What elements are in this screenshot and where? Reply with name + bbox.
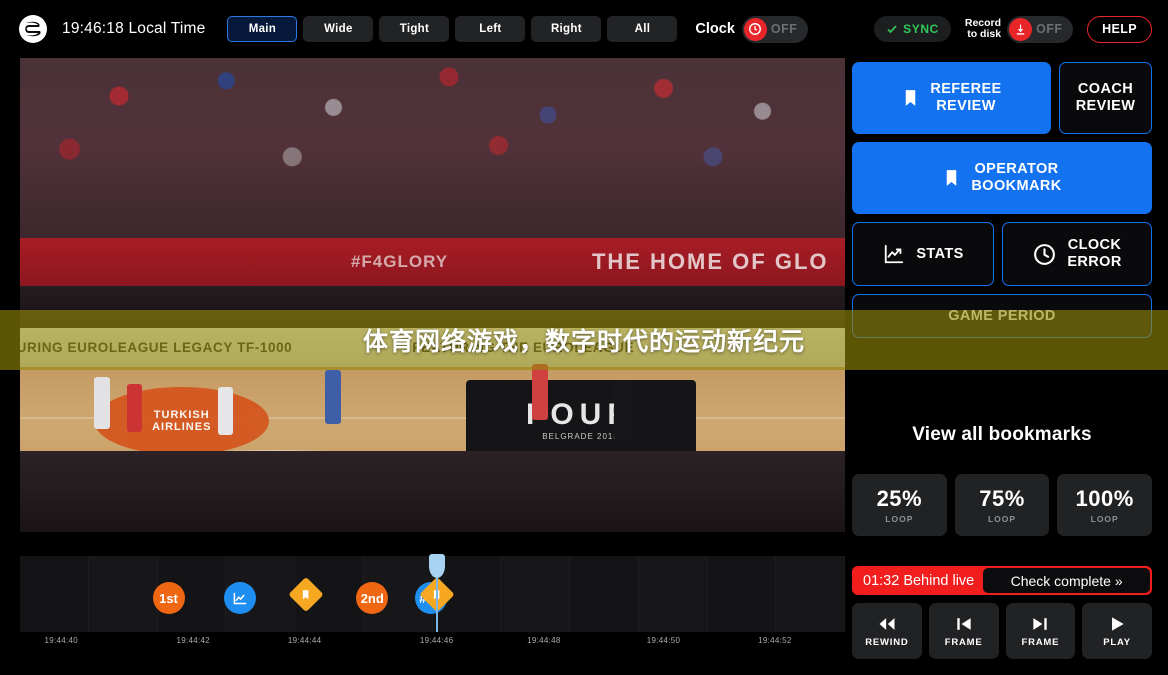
record-toggle-state: OFF [1036,22,1063,36]
video-player-figure [531,363,548,420]
timeline-marker-bookmark-1[interactable] [288,576,324,613]
court-final-four-badge: FOUR BELGRADE 2018 [465,380,696,459]
bookmark-icon [947,170,957,186]
video-player-figure [127,383,143,432]
video-crowd-band-text: #F4GLORY [350,251,449,271]
record-to-disk-label: Record to disk [964,16,1002,40]
loop-button-100[interactable]: 100% LOOP [1057,474,1153,536]
sync-status[interactable]: SYNC [874,16,951,42]
stats-label: STATS [916,245,964,262]
camera-tabs: Main Wide Tight Left Right All [227,16,678,42]
timeline-track[interactable]: 1st 2nd #FT [20,554,845,632]
clock-error-button[interactable]: CLOCK ERROR [1002,222,1153,286]
video-banner-red: #F4GLORY THE HOME OF GLO [20,238,845,286]
loop-button-25[interactable]: 25% LOOP [852,474,947,536]
video-ad-text-2: FEATURING THE EUROLEAGUE [412,340,635,356]
video-led-ad-band: FEATURING EUROLEAGUE LEGACY TF-1000 FEAT… [20,328,845,368]
camera-tab-wide[interactable]: Wide [303,16,374,42]
record-toggle[interactable]: OFF [1007,15,1074,43]
chart-icon [233,592,247,604]
timeline-marker-period-2nd[interactable]: 2nd [356,582,389,614]
transport-controls: REWIND FRAME FRAME PLAY [852,603,1152,659]
record-to-disk-group: Record to disk OFF [964,15,1074,43]
bookmark-icon [303,589,310,600]
game-period-label: GAME PERIOD [948,307,1056,324]
video-lower-crowd [20,451,845,532]
video-crowd-stand [20,58,845,248]
timeline-tick: 19:44:46 [419,636,454,645]
chart-icon [885,244,904,264]
download-icon [1009,17,1033,41]
rewind-icon [879,618,895,630]
video-referee-figure [614,380,631,441]
play-button[interactable]: PLAY [1082,603,1152,659]
video-player[interactable]: #F4GLORY THE HOME OF GLO FEATURING EUROL… [20,58,845,532]
clock-error-label: CLOCK ERROR [1067,237,1122,270]
camera-tab-main[interactable]: Main [227,16,298,42]
next-frame-button[interactable]: FRAME [1005,603,1076,659]
camera-tab-left[interactable]: Left [455,16,526,42]
sync-label: SYNC [903,22,939,36]
clock-toggle-state: OFF [770,22,798,36]
video-player-figure [325,370,342,425]
video-courtside-seats [20,285,845,329]
view-all-bookmarks-link[interactable]: View all bookmarks [852,424,1152,446]
bookmark-icon [906,90,916,106]
timeline-tick: 19:44:52 [758,636,792,645]
timeline-tick: 19:44:50 [646,636,681,645]
game-period-button[interactable]: GAME PERIOD [852,294,1152,338]
video-player-figure [94,376,111,429]
operator-bookmark-label: OPERATOR BOOKMARK [971,161,1062,194]
behind-live-label: 01:32 Behind live [863,572,975,589]
video-player-figure [218,386,233,435]
rewind-button[interactable]: REWIND [852,603,922,659]
timeline-tick: 19:44:42 [176,636,211,645]
previous-frame-button[interactable]: FRAME [928,603,999,659]
review-button-row: REFEREE REVIEW COACH REVIEW [852,62,1152,134]
timeline-tick: 19:44:44 [287,636,322,645]
timeline-marker-stats[interactable] [224,582,257,614]
camera-tab-right[interactable]: Right [531,16,602,42]
clock-icon [743,17,767,41]
clock-toggle[interactable]: OFF [741,15,808,43]
prev-frame-icon [956,618,971,630]
referee-review-button[interactable]: REFEREE REVIEW [852,62,1051,134]
camera-tab-all[interactable]: All [607,16,678,42]
timeline-tick: 19:44:40 [44,636,79,645]
timeline-playhead[interactable] [428,554,445,632]
clock-label: Clock [695,21,735,37]
clock-toggle-group: Clock OFF [695,15,808,43]
timeline-marker-label: 2nd [356,582,389,614]
next-frame-icon [1033,618,1048,630]
timeline-marker-period-1st[interactable]: 1st [152,582,185,614]
help-button[interactable]: HELP [1087,15,1152,43]
local-time-label: 19:46:18 Local Time [62,20,206,37]
stats-button[interactable]: STATS [852,222,995,286]
play-icon [1112,617,1124,631]
stats-clock-row: STATS CLOCK ERROR [852,222,1153,286]
live-status-bar: 01:32 Behind live Check complete » [852,566,1152,595]
video-crowd-band-text2: THE HOME OF GLO [591,248,829,274]
timeline-marker-label: 1st [152,582,185,614]
camera-tab-tight[interactable]: Tight [379,16,450,42]
court-sponsor-logo: TURKISH AIRLINES [94,386,270,455]
coach-review-label: COACH REVIEW [1075,81,1136,114]
playhead-handle[interactable] [428,554,445,578]
check-complete-button[interactable]: Check complete » [983,568,1150,593]
check-icon [887,25,897,34]
referee-review-label: REFEREE REVIEW [930,81,1002,114]
timeline-tick: 19:44:48 [527,636,561,645]
app-root: 19:46:18 Local Time Main Wide Tight Left… [0,0,1168,675]
clock-icon [1034,243,1056,265]
coach-review-button[interactable]: COACH REVIEW [1059,62,1152,134]
operator-bookmark-button[interactable]: OPERATOR BOOKMARK [852,142,1152,214]
loop-buttons: 25% LOOP 75% LOOP 100% LOOP [852,474,1153,536]
euroleague-logo-icon[interactable] [18,14,48,44]
top-bar: 19:46:18 Local Time Main Wide Tight Left… [0,0,1168,58]
control-panel: REFEREE REVIEW COACH REVIEW OPERATOR BOO… [852,62,1153,659]
timeline-axis: 19:44:40 19:44:42 19:44:44 19:44:46 19:4… [20,632,845,656]
video-ad-text: FEATURING EUROLEAGUE LEGACY TF-1000 [20,340,293,356]
loop-button-75[interactable]: 75% LOOP [954,474,1050,536]
